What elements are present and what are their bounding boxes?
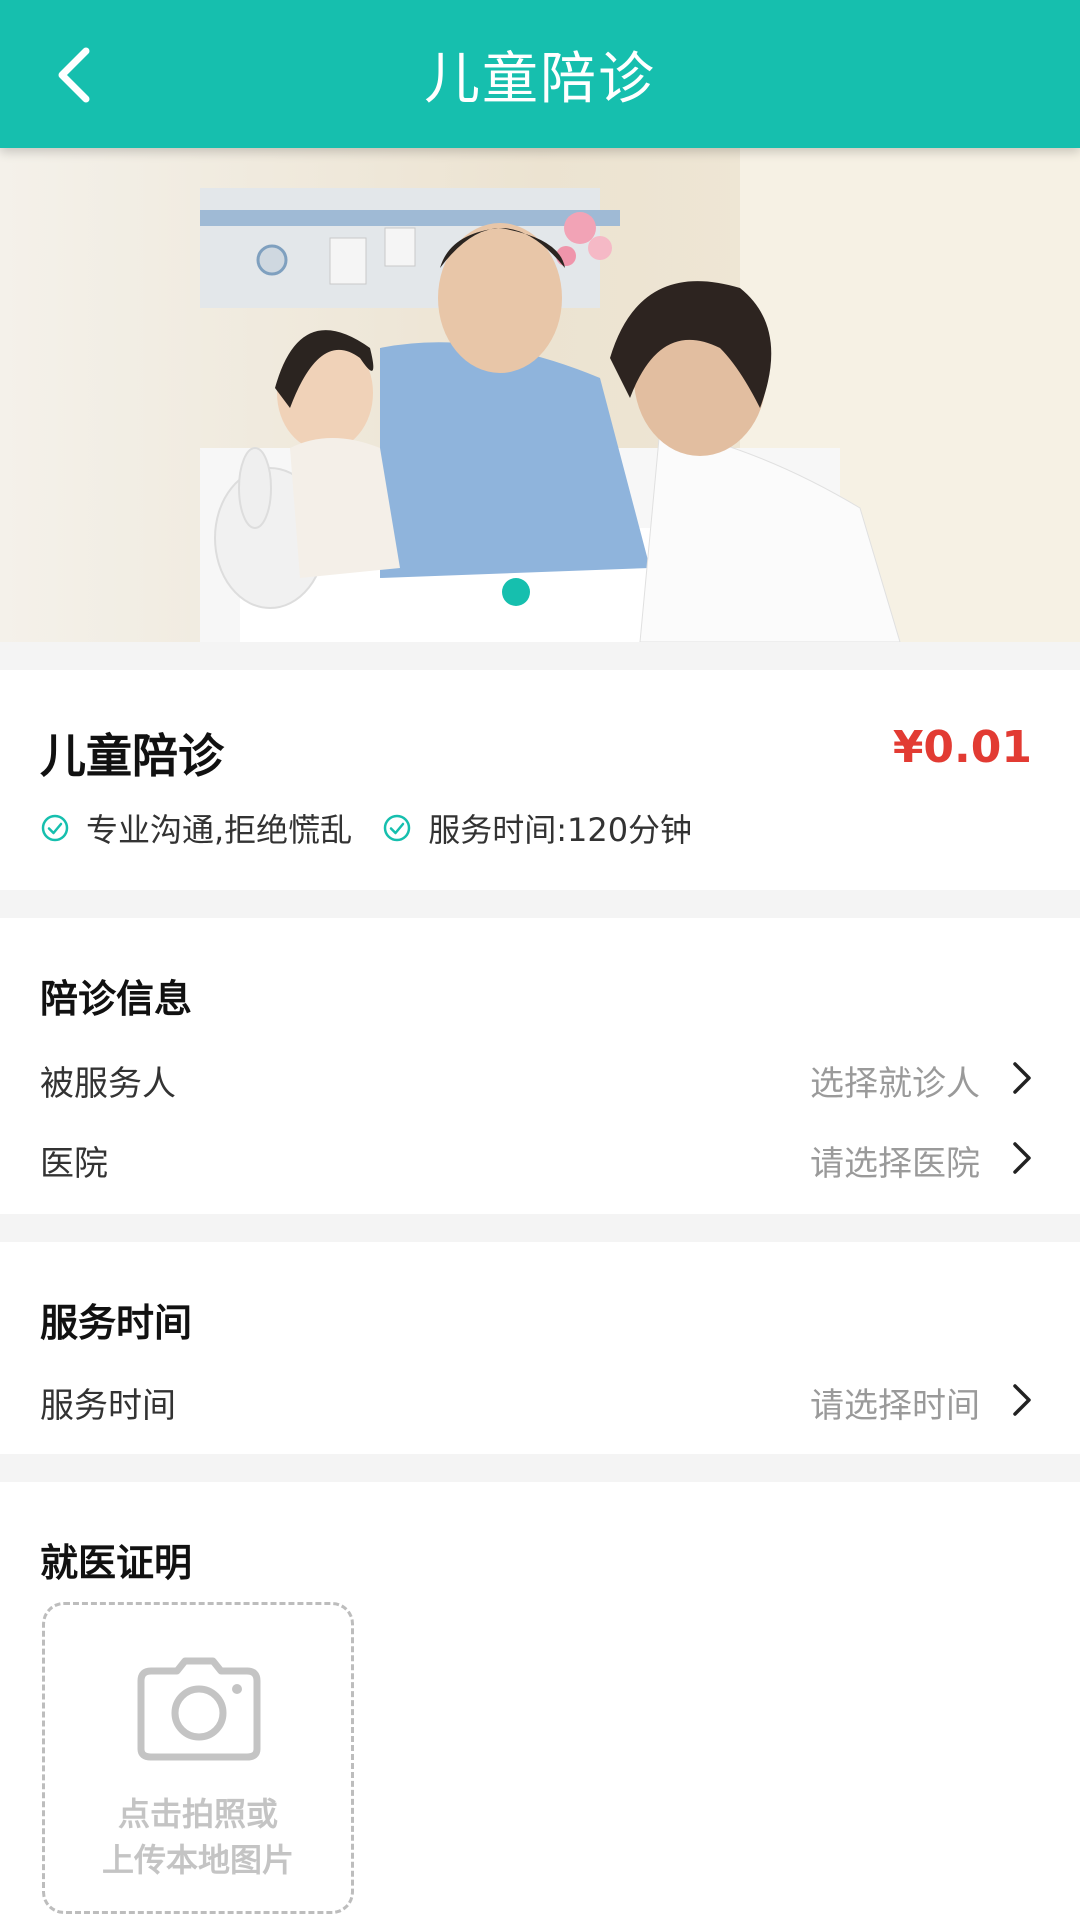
row-value: 选择就诊人 (810, 1064, 980, 1104)
carousel-dot-2[interactable] (546, 578, 574, 606)
banner-carousel[interactable] (0, 148, 1080, 642)
row-label: 医院 (40, 1144, 108, 1184)
product-tag: 专业沟通,拒绝慌乱 (40, 805, 352, 851)
product-tag-label: 服务时间:120分钟 (428, 811, 693, 849)
product-name: 儿童陪诊 (40, 729, 224, 783)
page-title: 儿童陪诊 (424, 46, 656, 112)
product-card: 儿童陪诊 ¥0.01 专业沟通,拒绝慌乱 服务时间:120分钟 (0, 670, 1080, 890)
banner-photo (0, 148, 1080, 642)
service-time-section: 服务时间 服务时间 请选择时间 (0, 1242, 1080, 1454)
section-title: 就医证明 (40, 1541, 193, 1585)
row-label: 服务时间 (40, 1386, 176, 1426)
section-title: 陪诊信息 (40, 977, 193, 1021)
upload-photo-button[interactable]: 点击拍照或 上传本地图片 (42, 1602, 354, 1914)
medical-proof-section: 就医证明 点击拍照或 上传本地图片 (0, 1482, 1080, 1920)
carousel-dot-1[interactable] (502, 578, 530, 606)
upload-hint-line: 点击拍照或 (117, 1795, 278, 1833)
row-value: 请选择医院 (810, 1144, 980, 1184)
carousel-indicator (502, 578, 574, 606)
upload-hint: 点击拍照或 上传本地图片 (45, 1791, 351, 1883)
row-value: 请选择时间 (810, 1386, 980, 1426)
upload-hint-line: 上传本地图片 (101, 1841, 294, 1879)
time-select-row[interactable]: 服务时间 请选择时间 (0, 1360, 1080, 1440)
product-price: ¥0.01 (892, 722, 1032, 773)
check-circle-icon (382, 813, 412, 843)
chevron-right-icon (1010, 1058, 1034, 1098)
escort-info-section: 陪诊信息 被服务人 选择就诊人 医院 请选择医院 (0, 918, 1080, 1214)
chevron-right-icon (1010, 1138, 1034, 1178)
patient-select-row[interactable]: 被服务人 选择就诊人 (0, 1038, 1080, 1118)
top-navbar: 儿童陪诊 (0, 0, 1080, 148)
section-title: 服务时间 (40, 1301, 193, 1345)
product-tag: 服务时间:120分钟 (382, 805, 692, 851)
check-circle-icon (40, 813, 70, 843)
camera-icon (137, 1657, 261, 1761)
row-label: 被服务人 (40, 1064, 176, 1104)
product-tag-label: 专业沟通,拒绝慌乱 (86, 811, 353, 849)
product-tags: 专业沟通,拒绝慌乱 服务时间:120分钟 (40, 805, 722, 851)
chevron-right-icon (1010, 1380, 1034, 1420)
hospital-select-row[interactable]: 医院 请选择医院 (0, 1118, 1080, 1198)
